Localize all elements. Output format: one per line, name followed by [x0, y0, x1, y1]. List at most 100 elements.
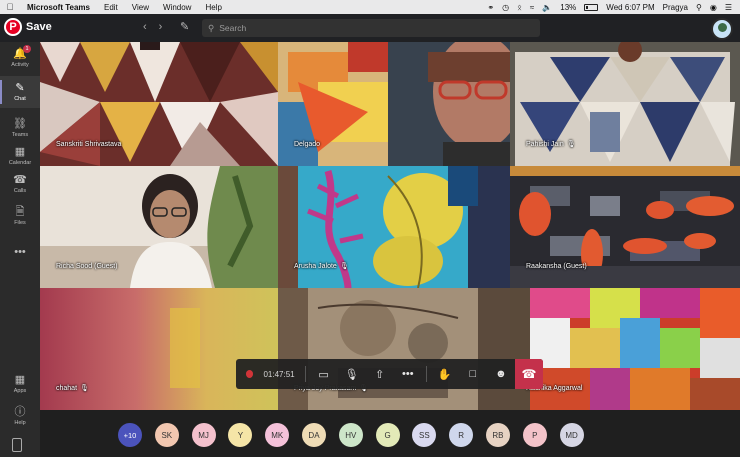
device-icon[interactable]	[12, 438, 22, 452]
raise-hand-button[interactable]: ✋	[431, 359, 459, 389]
rail-files-label: Files	[14, 220, 26, 226]
menu-view[interactable]: View	[125, 3, 156, 12]
mic-toggle-button[interactable]: 🎙	[338, 359, 366, 389]
control-center-icon[interactable]: ☰	[725, 3, 732, 12]
menu-app-name[interactable]: Microsoft Teams	[20, 3, 97, 12]
user-name[interactable]: Pragya	[663, 3, 688, 12]
divider	[425, 366, 427, 382]
participants-button[interactable]: ☻	[487, 359, 515, 389]
rail-help[interactable]: ⓘ Help	[0, 400, 40, 432]
rail-more[interactable]: •••	[0, 236, 40, 268]
spotlight-icon[interactable]: ⚲	[696, 3, 702, 12]
video-tile[interactable]: Priya Joy Prakasam🎙	[278, 288, 510, 410]
participant-name-text: Delgado	[294, 141, 321, 148]
time-machine-icon[interactable]: ◷	[502, 3, 509, 12]
battery-percent: 13%	[560, 2, 577, 12]
people-icon: ☻	[495, 368, 507, 380]
video-tile[interactable]: chahat 🎙	[40, 288, 278, 410]
search-icon: ⚲	[208, 22, 215, 33]
participant-avatar[interactable]: MK	[265, 423, 290, 447]
rail-files[interactable]: 🗎 Files	[0, 200, 40, 232]
new-chat-icon[interactable]: ✎	[180, 20, 189, 33]
participant-name: Raakansha (Guest)	[526, 263, 587, 270]
teams-icon: ⛓	[13, 118, 27, 130]
forward-arrow-icon[interactable]: ›	[159, 21, 163, 33]
participant-name: Richa Sood (Guest)	[56, 263, 117, 270]
participant-name: Pahishi Jain 🎙	[526, 140, 576, 149]
participant-avatar[interactable]: SK	[154, 423, 179, 447]
participant-name-text: Arusha Jalote	[294, 262, 337, 270]
video-tile[interactable]: Raakansha (Guest)	[510, 166, 740, 288]
pinterest-save-button[interactable]: P Save	[4, 18, 52, 36]
participant-avatar[interactable]: P	[522, 423, 547, 447]
apple-icon[interactable]: 	[0, 2, 20, 12]
participant-strip: +10 SK MJ Y MK DA HV G SS R RB P MD	[118, 423, 584, 447]
rail-calls[interactable]: ☎ Calls	[0, 168, 40, 200]
video-tile[interactable]: Pahishi Jain 🎙	[510, 42, 740, 166]
more-dots-icon: •••	[14, 246, 26, 258]
video-tile[interactable]: Sanskriti Shrivastava	[40, 42, 278, 166]
participant-avatar[interactable]: DA	[301, 423, 326, 447]
participant-avatar[interactable]: RB	[485, 423, 510, 447]
rail-activity[interactable]: 🔔 Activity 1	[0, 42, 40, 74]
rail-apps-label: Apps	[13, 388, 27, 394]
participant-name: chahat 🎙	[56, 384, 89, 393]
volume-icon[interactable]: 🔈	[542, 3, 552, 12]
participant-name: Delgado	[294, 141, 320, 148]
profile-avatar[interactable]	[711, 18, 733, 40]
call-timer: 01:47:51	[263, 369, 295, 379]
search-input[interactable]: ⚲ Search	[202, 19, 540, 37]
rail-apps[interactable]: ▦ Apps	[0, 368, 40, 400]
mic-off-icon: 🎙	[344, 368, 359, 381]
rail-chat-label: Chat	[14, 96, 26, 102]
pinterest-icon: P	[4, 18, 22, 36]
video-tile[interactable]: Delgado	[278, 42, 510, 166]
activity-badge: 1	[23, 45, 31, 53]
participant-name-text: Raakansha (Guest)	[526, 263, 587, 270]
status-area: ⚭ ◷ ᛟ ≈ 🔈 13% Wed 6:07 PM Pragya ⚲ ◉ ☰	[487, 3, 740, 12]
rail-chat[interactable]: ✎ Chat	[0, 76, 40, 108]
more-participants-button[interactable]: +10	[118, 423, 142, 447]
participant-avatar[interactable]: MD	[559, 423, 584, 447]
save-label: Save	[26, 21, 52, 33]
video-tile[interactable]: Arusha Jalote 🎙	[278, 166, 510, 288]
participant-name: Sanskriti Shrivastava	[56, 141, 121, 148]
call-controls: 01:47:51 ▭ 🎙 ⇧ ••• ✋ □ ☻ ☎	[236, 359, 543, 389]
hang-up-icon: ☎	[521, 367, 537, 381]
menu-edit[interactable]: Edit	[97, 3, 125, 12]
camera-toggle-button[interactable]: ▭	[310, 359, 338, 389]
bluetooth-icon[interactable]: ᛟ	[517, 3, 522, 12]
menu-window[interactable]: Window	[156, 3, 198, 12]
share-screen-button[interactable]: ⇧	[366, 359, 394, 389]
video-tile[interactable]: Radhika Aggarwal	[510, 288, 740, 410]
back-arrow-icon[interactable]: ‹	[143, 21, 147, 33]
battery-icon[interactable]	[584, 3, 599, 11]
hang-up-button[interactable]: ☎	[514, 359, 543, 389]
more-actions-button[interactable]: •••	[394, 359, 422, 389]
participant-name-text: chahat	[56, 384, 78, 392]
chat-icon: ✎	[15, 82, 25, 94]
chat-icon: □	[469, 368, 477, 380]
mac-menu-bar:  Microsoft Teams Edit View Window Help …	[0, 0, 740, 14]
chat-button[interactable]: □	[459, 359, 487, 389]
teams-title-bar: P Save ‹ › ✎ ⚲ Search	[0, 14, 740, 42]
participant-avatar[interactable]: R	[449, 423, 474, 447]
video-tile[interactable]: Richa Sood (Guest)	[40, 166, 278, 288]
video-grid: Sanskriti Shrivastava Delgado Pahishi Ja…	[40, 42, 740, 410]
apps-icon: ▦	[14, 374, 26, 386]
participant-avatar[interactable]: MJ	[191, 423, 216, 447]
participant-avatar[interactable]: SS	[412, 423, 437, 447]
app-rail: 🔔 Activity 1 ✎ Chat ⛓ Teams ▦ Calendar ☎…	[0, 42, 40, 457]
creative-cloud-icon[interactable]: ⚭	[487, 3, 494, 12]
participant-avatar[interactable]: Y	[228, 423, 253, 447]
mic-off-icon: 🎙	[80, 385, 89, 392]
rail-calendar-label: Calendar	[8, 160, 32, 166]
clock[interactable]: Wed 6:07 PM	[606, 3, 654, 12]
siri-icon[interactable]: ◉	[710, 3, 717, 12]
participant-avatar[interactable]: G	[375, 423, 400, 447]
wifi-icon[interactable]: ≈	[530, 3, 534, 12]
menu-help[interactable]: Help	[198, 3, 228, 12]
participant-avatar[interactable]: HV	[338, 423, 363, 447]
mic-off-icon: 🎙	[566, 141, 576, 148]
file-icon: 🗎	[15, 206, 25, 218]
